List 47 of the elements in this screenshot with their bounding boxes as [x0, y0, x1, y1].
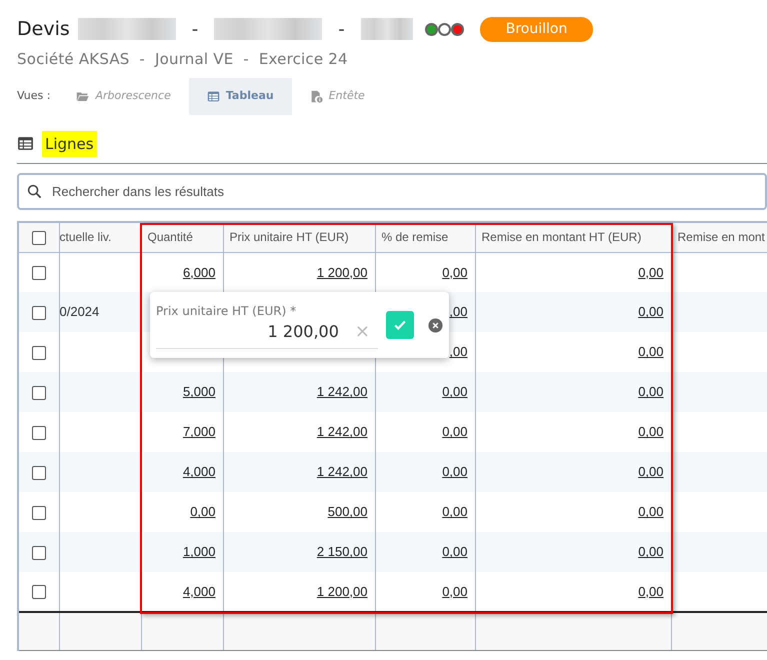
search-field[interactable]: Rechercher dans les résultats: [17, 173, 767, 210]
title-separator: -: [338, 18, 345, 42]
check-icon: [393, 318, 407, 332]
row-checkbox[interactable]: [32, 386, 46, 400]
cell-value-link[interactable]: 0,00: [475, 372, 671, 412]
cell-value-link[interactable]: 0,00: [475, 292, 671, 332]
document-info-icon: [310, 90, 323, 103]
folder-icon: [76, 90, 90, 103]
redacted-text: [360, 18, 413, 40]
row-checkbox[interactable]: [32, 585, 46, 600]
document-subtitle: Société AKSAS - Journal VE - Exercice 24: [17, 48, 349, 70]
cell-value-link[interactable]: 5,000: [141, 372, 223, 412]
column-header[interactable]: % de remise: [375, 223, 475, 252]
cell-value-link[interactable]: 4,000: [141, 452, 223, 492]
column-header[interactable]: Quantité: [141, 223, 223, 252]
search-icon: [27, 184, 42, 199]
table-icon: [206, 90, 220, 103]
list-icon: [17, 135, 34, 152]
title-separator: -: [192, 18, 198, 42]
cell-value-link[interactable]: 1 242,00: [223, 452, 375, 492]
row-checkbox[interactable]: [32, 346, 46, 360]
row-checkbox[interactable]: [32, 466, 46, 480]
table-cell: 0/2024: [59, 292, 141, 332]
cell-value-link[interactable]: 0,00: [475, 532, 671, 572]
status-badge: Brouillon: [480, 16, 594, 42]
price-input-field[interactable]: Prix unitaire HT (EUR) * 1 200,00 ×: [156, 302, 378, 348]
cell-value-link[interactable]: 2 150,00: [223, 532, 375, 572]
cell-value-link[interactable]: 1 242,00: [223, 372, 375, 412]
row-checkbox[interactable]: [32, 426, 46, 440]
row-checkbox[interactable]: [32, 546, 46, 560]
section-title: Lignes: [42, 130, 97, 157]
cell-value-link[interactable]: 0,00: [375, 532, 475, 572]
cell-value-link[interactable]: 1,000: [141, 532, 223, 572]
document-title: Devis: [17, 17, 70, 42]
cell-value-link[interactable]: 0,00: [375, 372, 475, 412]
row-checkbox[interactable]: [32, 266, 46, 280]
column-header[interactable]: Remise en mont: [671, 223, 767, 252]
cell-value-link[interactable]: 0,00: [375, 452, 475, 492]
column-header[interactable]: Prix unitaire HT (EUR): [223, 223, 375, 252]
column-header[interactable]: ctuelle liv.: [59, 223, 141, 252]
row-checkbox[interactable]: [32, 306, 46, 320]
cancel-icon[interactable]: [428, 318, 443, 332]
views-label: Vues :: [17, 88, 50, 104]
column-header[interactable]: Remise en montant HT (EUR): [475, 223, 671, 252]
select-all-checkbox[interactable]: [32, 231, 46, 246]
cell-value-link[interactable]: 0,00: [475, 452, 671, 492]
row-checkbox[interactable]: [32, 506, 46, 520]
